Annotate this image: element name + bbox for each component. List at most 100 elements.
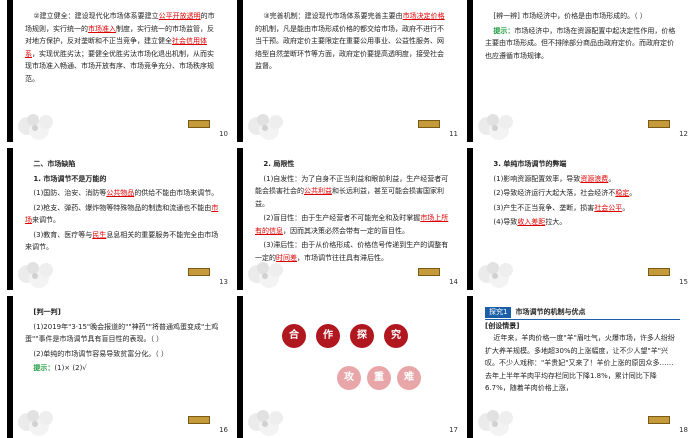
slide-paragraph: (3)教育、医疗等与民生息息相关的重要服务不能完全由市场来调节。	[25, 229, 220, 254]
text-run: 拉大。	[545, 218, 567, 226]
text-run: ②建立健全：建设现代化市场体系要建立	[33, 12, 159, 20]
slide-paragraph: [辨一辨] 市场经济中，价格是由市场形成的。（ ）	[485, 10, 680, 23]
slide-paragraph: ②建立健全：建设现代化市场体系要建立公平开放透明的市场规则，实行统一的市场准入制…	[25, 10, 220, 85]
slide-paragraph: 提示：(1)× (2)√	[25, 362, 220, 375]
return-button[interactable]	[418, 268, 440, 276]
slide-paragraph: 提示：市场经济中，市场在资源配置中起决定性作用，价格主要由市场形成。但不排除部分…	[485, 25, 680, 63]
keyword-fill: 社会公平	[594, 203, 623, 212]
keyword-fill: 收入差距	[517, 218, 546, 226]
text-run: (2)单纯的市场调节容易导致贫富分化。（ ）	[33, 349, 169, 358]
slide-paragraph: 2. 局限性	[255, 158, 450, 171]
slide-thumbnail[interactable]: 合作探究攻重难 17	[237, 296, 464, 438]
hint-label: 提示：	[493, 26, 515, 35]
slide-paragraph: (1)自发性：为了自身不正当利益和眼前利益，生产经营者可能会损害社会的公共利益和…	[255, 173, 450, 211]
return-button[interactable]	[648, 120, 670, 128]
return-button[interactable]	[648, 268, 670, 276]
page-number: 11	[449, 130, 458, 138]
slide-content: [判一判] (1)2019年"3·15"晚会报道的""神药""将普通鸡蛋变成"土鸡…	[25, 306, 220, 377]
section-heading: 二、市场缺陷	[33, 160, 76, 168]
slide-thumbnail[interactable]: [判一判] (1)2019年"3·15"晚会报道的""神药""将普通鸡蛋变成"土鸡…	[7, 296, 234, 438]
keyword-fill: 公平开放透明	[158, 12, 201, 20]
slide-thumbnail[interactable]: [辨一辨] 市场经济中，价格是由市场形成的。（ ） 提示：市场经济中，市场在资源配…	[467, 0, 694, 142]
slide-paragraph: [判一判]	[25, 306, 220, 319]
page-number: 18	[679, 426, 688, 434]
slide-paragraph: (3)产生不正当竞争、垄断，损害社会公平。	[485, 202, 680, 215]
return-button[interactable]	[188, 268, 210, 276]
page-number: 13	[219, 278, 228, 286]
flower-decoration	[478, 114, 513, 140]
page-number: 12	[679, 130, 688, 138]
flower-decoration	[248, 114, 283, 140]
keyword-fill: 资源浪费	[580, 174, 609, 183]
section-heading: [判一判]	[33, 308, 61, 316]
page-number: 10	[219, 130, 228, 138]
text-run: (2)枪支、弹药、爆炸物等特殊物品的制造和流通也不能由	[33, 203, 212, 212]
return-button[interactable]	[648, 416, 670, 424]
slide-paragraph: (1)2019年"3·15"晚会报道的""神药""将普通鸡蛋变成"土鸡蛋""事件…	[25, 321, 220, 346]
seal-character: 究	[384, 324, 408, 348]
slide-content: 2. 局限性 (1)自发性：为了自身不正当利益和眼前利益，生产经营者可能会损害社会…	[255, 158, 450, 266]
slide-paragraph: (2)盲目性：由于生产经营者不可能完全和及时掌握市场上所有的信息，因而其决策必然…	[255, 212, 450, 237]
text-run: (1)影响资源配置效率，导致	[493, 174, 581, 183]
keyword-fill: 市场准入	[88, 24, 116, 33]
page-number: 15	[679, 278, 688, 286]
slide-thumbnail[interactable]: ②建立健全：建设现代化市场体系要建立公平开放透明的市场规则，实行统一的市场准入制…	[7, 0, 234, 142]
keyword-fill: 民生	[92, 230, 107, 239]
slide-subheading: [创设情景]	[485, 321, 520, 330]
slide-paragraph: 3. 单纯市场调节的弊端	[485, 158, 680, 171]
text-run: ，因而其决策必然会带有一定的盲目性。	[283, 226, 409, 235]
section-heading: 3. 单纯市场调节的弊端	[493, 160, 567, 168]
seal-character: 探	[350, 324, 374, 348]
text-run: 的机制，凡是能由市场形成价格的都交给市场，政府不进行不当干预。政府定价主要限定在…	[255, 24, 444, 71]
text-run: 近年来，羊肉价格一度"羊"眉吐气，火爆市场，许多人纷纷扩大养羊规模。多地超30%…	[485, 334, 675, 392]
slide-paragraph: (1)影响资源配置效率，导致资源浪费。	[485, 173, 680, 186]
return-button[interactable]	[418, 120, 440, 128]
seal-character: 作	[316, 324, 340, 348]
keyword-fill: 时间差	[276, 253, 297, 262]
text-run: [辨一辨] 市场经济中，价格是由市场形成的。（ ）	[493, 12, 647, 20]
text-run: 市场经济中，市场在资源配置中起决定性作用，价格主要由市场形成。但不排除部分商品由…	[485, 26, 676, 60]
hint-label: 提示：	[33, 364, 55, 372]
text-run: 的供给不能由市场来调节。	[134, 189, 219, 197]
page-number: 17	[449, 426, 458, 434]
slide-thumbnail[interactable]: 二、市场缺陷 1. 市场调节不是万能的 (1)国防、治安、消防等公共物品的供给不能由…	[7, 148, 234, 290]
flower-decoration	[18, 114, 53, 140]
text-run: (3)教育、医疗等与	[33, 230, 93, 239]
text-run: (2)盲目性：由于生产经营者不可能完全和及时掌握	[263, 214, 421, 222]
keyword-fill: 公共利益	[304, 187, 332, 195]
slide-paragraph: 近年来，羊肉价格一度"羊"眉吐气，火爆市场，许多人纷纷扩大养羊规模。多地超30%…	[485, 332, 680, 395]
slide-thumbnail[interactable]: ③完善机制：建设现代市场体系要完善主要由市场决定价格的机制，凡是能由市场形成价格…	[237, 0, 464, 142]
slide-paragraph: ③完善机制：建设现代市场体系要完善主要由市场决定价格的机制，凡是能由市场形成价格…	[255, 10, 450, 73]
return-button[interactable]	[188, 120, 210, 128]
seal-character: 攻	[337, 366, 361, 390]
return-button[interactable]	[188, 416, 210, 424]
flower-decoration	[478, 262, 513, 288]
text-run: ，市场调节往往具有滞后性。	[297, 253, 388, 262]
page-number: 16	[219, 426, 228, 434]
flower-decoration	[478, 410, 513, 436]
section-heading: 1. 市场调节不是万能的	[33, 174, 107, 183]
section-heading: 2. 局限性	[263, 160, 295, 168]
slide-paragraph: (1)国防、治安、消防等公共物品的供给不能由市场来调节。	[25, 187, 220, 200]
text-run: ③完善机制：建设现代市场体系要完善主要由	[263, 12, 403, 20]
text-run: 。	[629, 189, 637, 197]
slide-paragraph: (4)导致收入差距拉大。	[485, 216, 680, 229]
seal-character: 重	[367, 366, 391, 390]
slide-title-bar: 探究1 市场调节的机制与优点	[485, 306, 680, 320]
text-run: 。	[608, 174, 616, 183]
text-run: (1)2019年"3·15"晚会报道的""神药""将普通鸡蛋变成"土鸡蛋""事件…	[25, 322, 219, 344]
slide-thumbnail[interactable]: 2. 局限性 (1)自发性：为了自身不正当利益和眼前利益，生产经营者可能会损害社会…	[237, 148, 464, 290]
slide-thumbnail[interactable]: 3. 单纯市场调节的弊端 (1)影响资源配置效率，导致资源浪费。 (2)导致经济运行…	[467, 148, 694, 290]
text-run: (3)产生不正当竞争、垄断，损害	[493, 203, 595, 212]
slide-paragraph: (2)单纯的市场调节容易导致贫富分化。（ ）	[25, 348, 220, 361]
slide-paragraph: (3)滞后性：由于从价格形成、价格信号传递到生产的调整有一定的时间差，市场调节往…	[255, 239, 450, 264]
seal-character: 合	[282, 324, 306, 348]
inquiry-tag: 探究1	[485, 307, 512, 318]
text-run: (4)导致	[493, 218, 518, 226]
slide-thumbnail[interactable]: 探究1 市场调节的机制与优点 [创设情景] 近年来，羊肉价格一度"羊"眉吐气，火爆市场…	[467, 296, 694, 438]
text-run: (1)× (2)√	[54, 364, 87, 372]
text-run: 来调节。	[32, 216, 60, 224]
slide-content: 二、市场缺陷 1. 市场调节不是万能的 (1)国防、治安、消防等公共物品的供给不能由…	[25, 158, 220, 256]
slide-heading: 市场调节的机制与优点	[515, 308, 586, 316]
slide-paragraph: 1. 市场调节不是万能的	[25, 173, 220, 186]
